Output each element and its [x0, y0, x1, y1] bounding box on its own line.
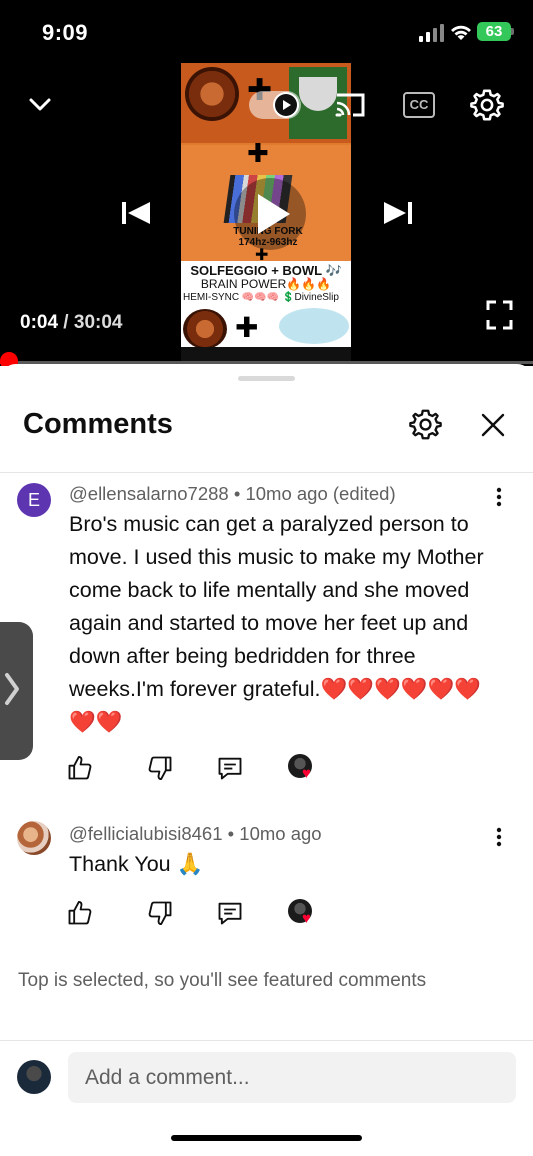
- status-time: 9:09: [42, 20, 89, 45]
- avatar[interactable]: [17, 821, 51, 855]
- gear-icon[interactable]: [470, 88, 504, 122]
- more-vert-icon[interactable]: [489, 825, 509, 849]
- add-comment-input[interactable]: Add a comment...: [68, 1052, 516, 1103]
- comment-author[interactable]: @ellensalarno7288: [69, 483, 229, 504]
- comment-meta: @ellensalarno7288 • 10mo ago (edited): [69, 483, 396, 505]
- drag-handle[interactable]: [238, 376, 295, 381]
- comment-author[interactable]: @fellicialubisi8461: [69, 823, 223, 844]
- thumb-line-3: HEMI-SYNC 🧠🧠🧠 💲DivineSlip: [183, 292, 339, 303]
- comment-text: Thank You 🙏: [69, 852, 204, 876]
- comment-meta: @fellicialubisi8461 • 10mo ago: [69, 823, 322, 845]
- chevron-down-icon[interactable]: [28, 92, 52, 116]
- comments-sheet: Comments E @ellensalarno7288 • 10mo ago …: [0, 364, 533, 1156]
- meta-separator: •: [228, 483, 246, 504]
- current-user-avatar: [17, 1060, 51, 1094]
- play-icon: [275, 94, 297, 116]
- time-separator: /: [58, 312, 74, 333]
- creator-heart-badge: ♥: [288, 754, 320, 786]
- comment-age: 10mo ago: [239, 823, 322, 844]
- thumb-footer: [181, 347, 351, 361]
- thumbs-up-icon[interactable]: [66, 899, 94, 927]
- singing-bowl-disc-image: [183, 309, 227, 349]
- meta-separator: •: [222, 823, 240, 844]
- video-player[interactable]: 9:09 63 ✚ ✚ TUNING FORK 174hz-963hz ✚ SO…: [0, 0, 533, 366]
- creator-heart-badge: ♥: [288, 899, 320, 931]
- plus-icon: ✚: [247, 139, 269, 169]
- divider: [0, 472, 533, 473]
- thumbs-down-icon[interactable]: [146, 754, 174, 782]
- previous-icon[interactable]: [120, 199, 152, 227]
- comment-text: Bro's music can get a paralyzed person t…: [69, 512, 484, 734]
- divider: [0, 1040, 533, 1041]
- fullscreen-icon[interactable]: [486, 300, 513, 330]
- singing-bowl-disc-image: [185, 67, 239, 121]
- plus-icon: ✚: [235, 311, 259, 344]
- autoplay-toggle[interactable]: [249, 91, 301, 119]
- duration: 30:04: [73, 312, 123, 333]
- current-time: 0:04: [20, 312, 59, 333]
- battery-tip: [511, 28, 514, 35]
- play-button[interactable]: [234, 178, 306, 250]
- captions-button[interactable]: CC: [403, 92, 435, 118]
- meditation-image: [279, 308, 349, 344]
- creator-heart-icon: ♥: [302, 765, 311, 782]
- next-icon[interactable]: [382, 199, 414, 227]
- status-bar: 9:09 63: [0, 0, 533, 60]
- thumbs-down-icon[interactable]: [146, 899, 174, 927]
- play-icon: [258, 194, 290, 234]
- comment-actions: ♥: [66, 754, 326, 784]
- cast-icon[interactable]: [333, 91, 367, 119]
- creator-heart-icon: ♥: [302, 910, 311, 927]
- side-panel-tab[interactable]: [0, 622, 33, 760]
- more-vert-icon[interactable]: [489, 485, 509, 509]
- thumbs-up-icon[interactable]: [66, 754, 94, 782]
- thumb-line-2: BRAIN POWER🔥🔥🔥: [200, 277, 332, 291]
- time-display: 0:04 / 30:04: [20, 312, 122, 334]
- comment-age: 10mo ago (edited): [245, 483, 396, 504]
- cellular-signal-icon: [419, 24, 444, 42]
- comment-actions: ♥: [66, 899, 326, 929]
- home-indicator[interactable]: [171, 1135, 362, 1141]
- wifi-icon: [451, 25, 471, 40]
- avatar[interactable]: E: [17, 483, 51, 517]
- chevron-right-icon: [5, 673, 19, 705]
- close-icon[interactable]: [480, 412, 506, 438]
- comments-title: Comments: [23, 408, 173, 440]
- gear-icon[interactable]: [409, 408, 442, 441]
- reply-icon[interactable]: [216, 899, 244, 927]
- autoplay-knob: [273, 92, 299, 118]
- sort-hint: Top is selected, so you'll see featured …: [18, 970, 427, 991]
- reply-icon[interactable]: [216, 754, 244, 782]
- battery-indicator: 63: [477, 22, 511, 41]
